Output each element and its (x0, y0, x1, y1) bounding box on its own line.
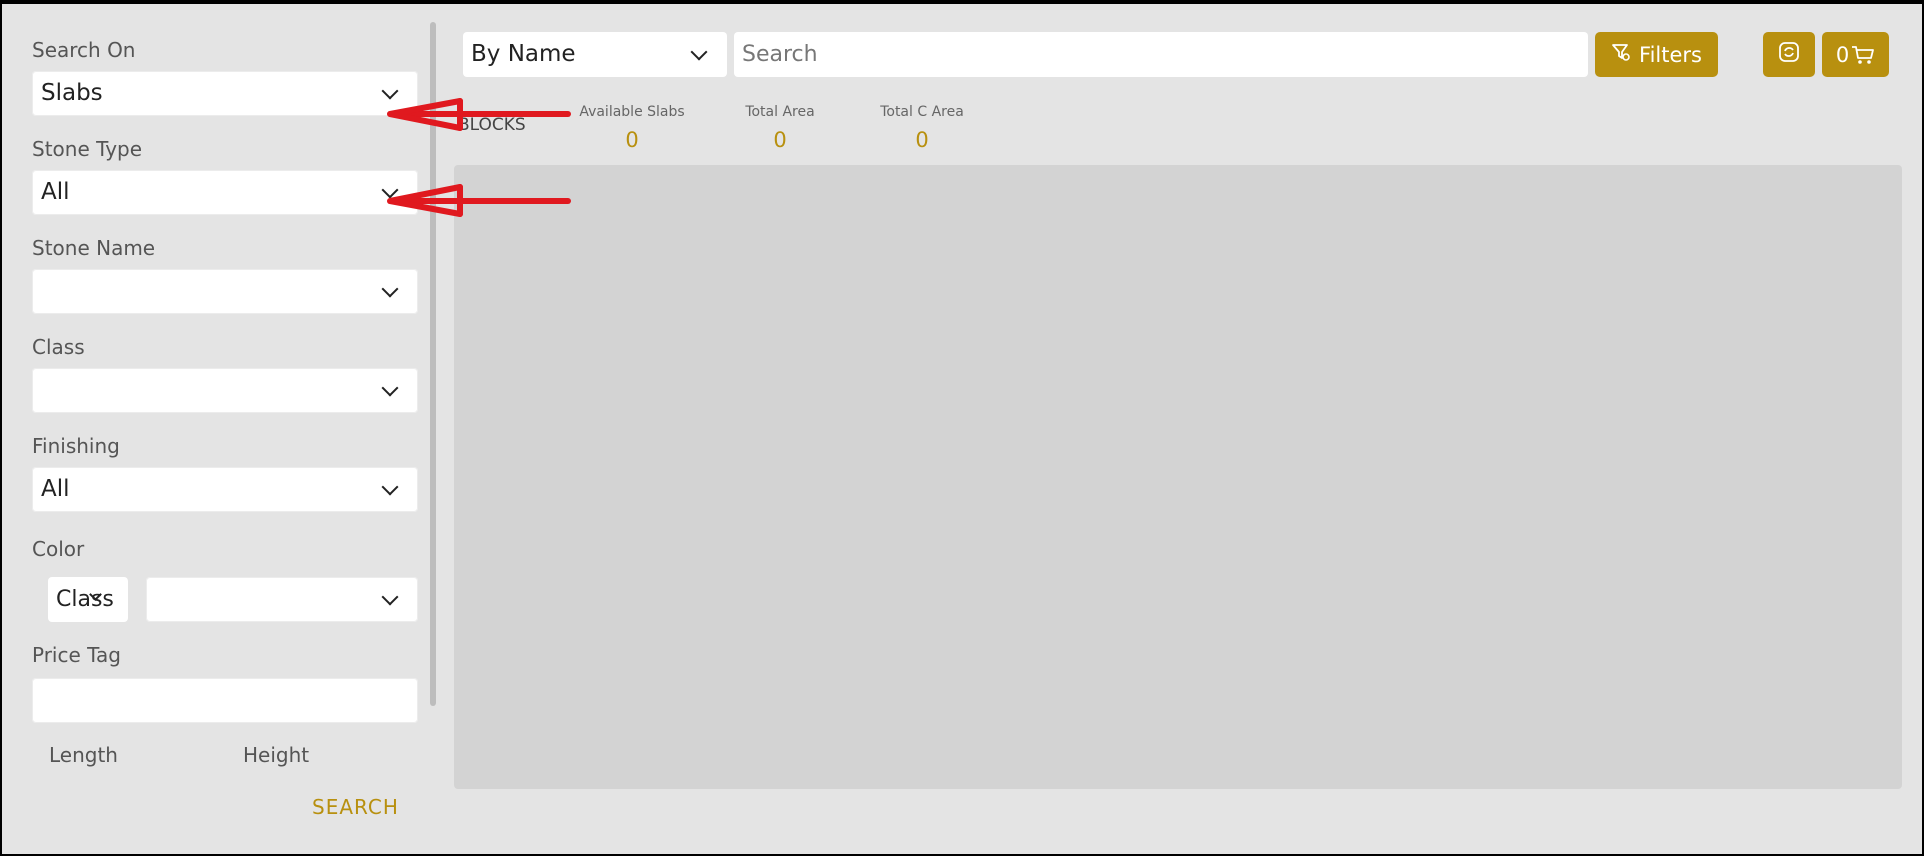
cart-icon (1851, 44, 1875, 66)
total-area-label: Total Area (745, 104, 815, 120)
color-label: Color (32, 537, 85, 561)
stone-type-select[interactable]: All (32, 170, 418, 215)
chevron-down-icon (381, 181, 399, 199)
search-by-select[interactable]: By Name (463, 32, 727, 77)
class-label: Class (32, 335, 85, 359)
height-label: Height (243, 743, 310, 767)
stone-name-label: Stone Name (32, 236, 156, 260)
available-slabs-label: Available Slabs (579, 104, 685, 120)
filters-button[interactable]: Filters (1595, 32, 1718, 77)
app-window: Search On Slabs Stone Type All Stone Nam… (2, 4, 1922, 854)
finishing-value: All (41, 476, 70, 502)
search-on-select[interactable]: Slabs (32, 71, 418, 116)
filter-sidebar: Search On Slabs Stone Type All Stone Nam… (2, 4, 432, 854)
filters-label: Filters (1639, 42, 1702, 67)
price-tag-label: Price Tag (32, 643, 122, 667)
cart-button[interactable]: 0 (1822, 32, 1889, 77)
search-input[interactable] (734, 32, 1588, 77)
total-c-area-label: Total C Area (880, 104, 964, 120)
chevron-down-icon (690, 43, 708, 61)
stone-name-select[interactable] (32, 269, 418, 314)
sync-button[interactable] (1763, 32, 1815, 77)
finishing-select[interactable]: All (32, 467, 418, 512)
search-button[interactable]: SEARCH (312, 795, 399, 819)
cart-count: 0 (1835, 42, 1850, 67)
search-by-value: By Name (471, 41, 576, 67)
search-on-label: Search On (32, 38, 136, 62)
filter-icon (1611, 42, 1631, 67)
color-select[interactable] (146, 577, 418, 622)
chevron-down-icon (381, 280, 399, 298)
finishing-label: Finishing (32, 434, 120, 458)
color-mode-value: Class (56, 587, 114, 612)
class-select[interactable] (32, 368, 418, 413)
available-slabs-value: 0 (625, 128, 639, 152)
results-area (454, 165, 1902, 789)
sync-icon (1778, 41, 1800, 68)
color-mode-select[interactable]: Class (48, 577, 128, 622)
stone-type-label: Stone Type (32, 137, 143, 161)
total-c-area-value: 0 (915, 128, 929, 152)
length-label: Length (49, 743, 118, 767)
total-area-value: 0 (773, 128, 787, 152)
chevron-down-icon (381, 478, 399, 496)
price-tag-input[interactable] (32, 678, 418, 723)
search-on-value: Slabs (41, 80, 103, 106)
chevron-down-icon (381, 379, 399, 397)
stone-type-value: All (41, 179, 70, 205)
sidebar-scrollbar[interactable] (430, 22, 436, 706)
blocks-label: BLOCKS (458, 115, 526, 135)
chevron-down-icon (381, 82, 399, 100)
chevron-down-icon (381, 588, 399, 606)
